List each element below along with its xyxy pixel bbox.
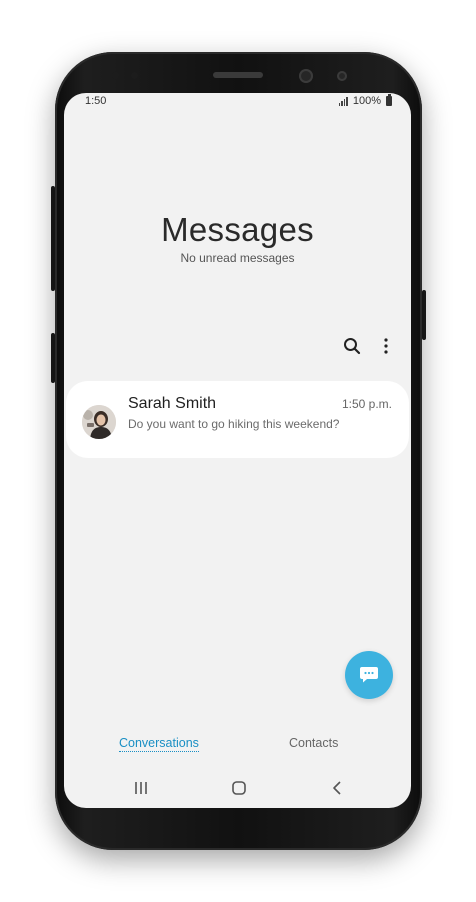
screen: 1:50 100% Messages No unread messages Sa… xyxy=(64,93,411,808)
signal-icon xyxy=(338,96,348,106)
front-camera xyxy=(299,69,313,83)
contact-name: Sarah Smith xyxy=(128,395,217,412)
back-icon[interactable] xyxy=(328,780,346,796)
home-icon[interactable] xyxy=(230,780,248,796)
earpiece-speaker xyxy=(213,72,263,78)
recent-apps-icon[interactable] xyxy=(132,780,150,796)
message-time: 1:50 p.m. xyxy=(341,397,392,411)
conversation-item[interactable]: Sarah Smith Do you want to go hiking thi… xyxy=(66,381,409,458)
iris-sensor xyxy=(337,71,347,81)
unread-status: No unread messages xyxy=(180,251,295,265)
message-preview: Do you want to go hiking this weekend? xyxy=(128,417,340,431)
compose-message-icon xyxy=(360,667,378,683)
bottom-tabs: Conversations Contacts xyxy=(64,736,411,756)
battery-icon xyxy=(386,94,392,106)
navigation-bar xyxy=(64,778,411,800)
page-title: Messages xyxy=(161,211,314,248)
status-bar: 1:50 100% xyxy=(64,93,411,111)
battery-percent: 100% xyxy=(352,95,381,107)
search-icon[interactable] xyxy=(343,337,361,355)
tab-contacts[interactable]: Contacts xyxy=(289,736,338,750)
tab-conversations[interactable]: Conversations xyxy=(119,736,199,752)
avatar xyxy=(82,405,116,439)
status-indicators: 100% xyxy=(338,94,392,107)
more-vert-icon[interactable] xyxy=(377,337,395,355)
status-time: 1:50 xyxy=(85,95,107,107)
proximity-sensor xyxy=(112,72,119,79)
light-sensor xyxy=(131,72,138,79)
power-button xyxy=(422,290,426,340)
compose-button[interactable] xyxy=(345,651,393,699)
